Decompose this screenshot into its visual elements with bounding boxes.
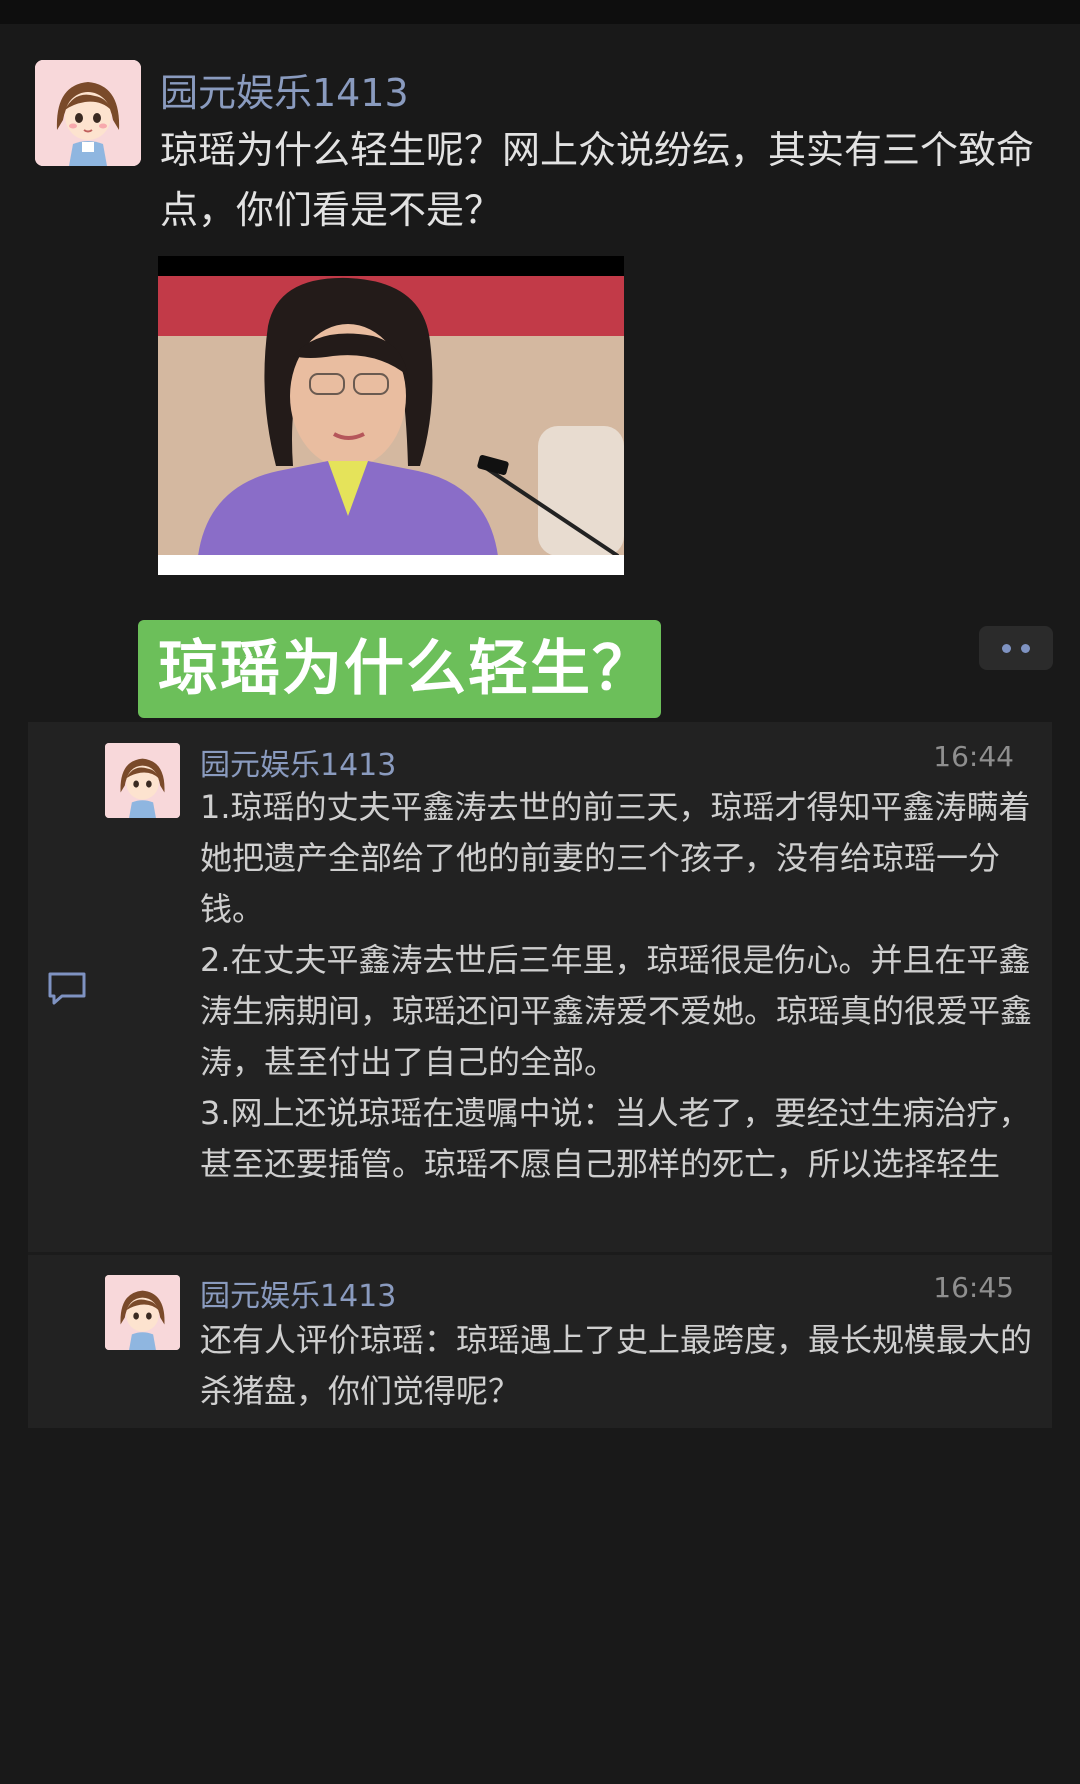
image-caption-banner: 琼瑶为什么轻生？ [138, 620, 661, 718]
avatar-illustration [105, 1275, 180, 1350]
avatar-illustration [105, 743, 180, 818]
comment-text: 还有人评价琼瑶：琼瑶遇上了史上最跨度，最长规模最大的杀猪盘，你们觉得呢？ [200, 1321, 1033, 1410]
comment-author-name[interactable]: 园元娱乐1413 [200, 1271, 396, 1315]
comment-avatar[interactable] [105, 743, 180, 818]
comment-item: 园元娱乐1413 16:44 1.琼瑶的丈夫平鑫涛去世的前三天，琼瑶才得知平鑫涛… [28, 722, 1052, 1252]
post-author-name[interactable]: 园元娱乐1413 [160, 62, 409, 117]
comments-panel: 园元娱乐1413 16:44 1.琼瑶的丈夫平鑫涛去世的前三天，琼瑶才得知平鑫涛… [28, 722, 1052, 1428]
comment-author-name[interactable]: 园元娱乐1413 [200, 740, 396, 784]
post-author-avatar[interactable] [35, 60, 141, 166]
comment-avatar[interactable] [105, 1275, 180, 1350]
portrait-photo [158, 256, 624, 575]
comment-timestamp: 16:44 [933, 740, 1014, 773]
comment-text: 1.琼瑶的丈夫平鑫涛去世的前三天，琼瑶才得知平鑫涛瞒着她把遗产全部给了他的前妻的… [200, 788, 1033, 1183]
post-text: 琼瑶为什么轻生呢？网上众说纷纭，其实有三个致命点，你们看是不是？ [160, 128, 1035, 232]
avatar-illustration [35, 60, 141, 166]
post-image[interactable] [158, 256, 624, 575]
comment-item: 园元娱乐1413 16:45 还有人评价琼瑶：琼瑶遇上了史上最跨度，最长规模最大… [28, 1255, 1052, 1428]
more-actions-button[interactable] [979, 626, 1053, 670]
status-bar [0, 0, 1080, 24]
more-dots-icon [1021, 644, 1030, 653]
more-dots-icon [1002, 644, 1011, 653]
comment-timestamp: 16:45 [933, 1271, 1014, 1304]
